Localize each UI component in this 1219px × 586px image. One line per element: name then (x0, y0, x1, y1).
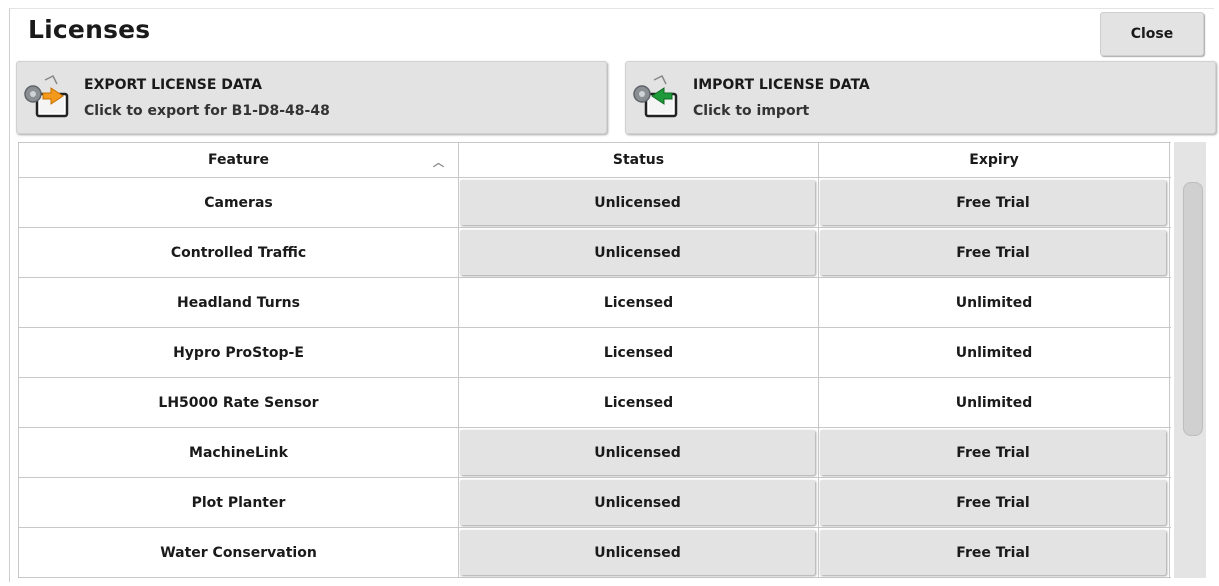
status-cell: Licensed (459, 328, 819, 377)
import-subtitle: Click to import (693, 103, 810, 119)
table-row: Headland Turns Licensed Unlimited (19, 278, 1171, 328)
status-button[interactable]: Unlicensed (460, 480, 815, 525)
status-button[interactable]: Unlicensed (460, 530, 815, 575)
expiry-cell: Free Trial (819, 478, 1170, 527)
status-button[interactable]: Unlicensed (460, 180, 815, 225)
expiry-cell: Unlimited (819, 278, 1170, 327)
table-row: Plot Planter Unlicensed Free Trial (19, 478, 1171, 528)
table-row: Water Conservation Unlicensed Free Trial (19, 528, 1171, 578)
feature-cell: Cameras (19, 178, 459, 227)
table-header: Feature ︿ Status Expiry (19, 142, 1171, 178)
status-cell: Unlicensed (459, 478, 819, 527)
feature-cell: LH5000 Rate Sensor (19, 378, 459, 427)
import-license-icon (633, 74, 678, 118)
expiry-cell: Free Trial (819, 528, 1170, 577)
close-button[interactable]: Close (1100, 12, 1204, 56)
expiry-cell: Free Trial (819, 228, 1170, 277)
expiry-cell: Unlimited (819, 378, 1170, 427)
import-license-button[interactable]: IMPORT LICENSE DATA Click to import (625, 61, 1216, 134)
expiry-button[interactable]: Free Trial (820, 430, 1166, 475)
column-header-label: Expiry (969, 152, 1019, 168)
table-row: Controlled Traffic Unlicensed Free Trial (19, 228, 1171, 278)
sort-ascending-icon: ︿ (433, 156, 444, 169)
import-title: IMPORT LICENSE DATA (693, 77, 870, 93)
feature-cell: Headland Turns (19, 278, 459, 327)
status-cell: Unlicensed (459, 428, 819, 477)
export-subtitle: Click to export for B1-D8-48-48 (84, 103, 330, 119)
export-title: EXPORT LICENSE DATA (84, 77, 262, 93)
scrollbar-thumb[interactable] (1183, 182, 1203, 436)
status-cell: Unlicensed (459, 228, 819, 277)
status-cell: Licensed (459, 278, 819, 327)
feature-cell: Plot Planter (19, 478, 459, 527)
column-header-label: Status (612, 152, 665, 168)
expiry-button[interactable]: Free Trial (820, 480, 1166, 525)
feature-cell: Water Conservation (19, 528, 459, 577)
expiry-button[interactable]: Free Trial (820, 180, 1166, 225)
export-license-icon (24, 74, 69, 118)
status-cell: Licensed (459, 378, 819, 427)
expiry-cell: Free Trial (819, 428, 1170, 477)
status-cell: Unlicensed (459, 178, 819, 227)
status-cell: Unlicensed (459, 528, 819, 577)
feature-cell: MachineLink (19, 428, 459, 477)
expiry-button[interactable]: Free Trial (820, 230, 1166, 275)
feature-cell: Hypro ProStop-E (19, 328, 459, 377)
table-row: MachineLink Unlicensed Free Trial (19, 428, 1171, 478)
table-body: Cameras Unlicensed Free Trial Controlled Tr… (19, 178, 1171, 578)
status-button[interactable]: Unlicensed (460, 430, 815, 475)
column-header-feature[interactable]: Feature ︿ (19, 143, 459, 177)
column-header-status[interactable]: Status (459, 143, 819, 177)
export-license-button[interactable]: EXPORT LICENSE DATA Click to export for … (16, 61, 607, 134)
page-title: Licenses (28, 15, 151, 44)
table-row: LH5000 Rate Sensor Licensed Unlimited (19, 378, 1171, 428)
column-header-expiry[interactable]: Expiry (819, 143, 1170, 177)
table-row: Hypro ProStop-E Licensed Unlimited (19, 328, 1171, 378)
column-header-label: Feature (208, 152, 269, 168)
licenses-table: Feature ︿ Status Expiry Cameras Unlicense… (18, 142, 1171, 578)
feature-cell: Controlled Traffic (19, 228, 459, 277)
status-button[interactable]: Unlicensed (460, 230, 815, 275)
expiry-button[interactable]: Free Trial (820, 530, 1166, 575)
expiry-cell: Unlimited (819, 328, 1170, 377)
expiry-cell: Free Trial (819, 178, 1170, 227)
table-row: Cameras Unlicensed Free Trial (19, 178, 1171, 228)
